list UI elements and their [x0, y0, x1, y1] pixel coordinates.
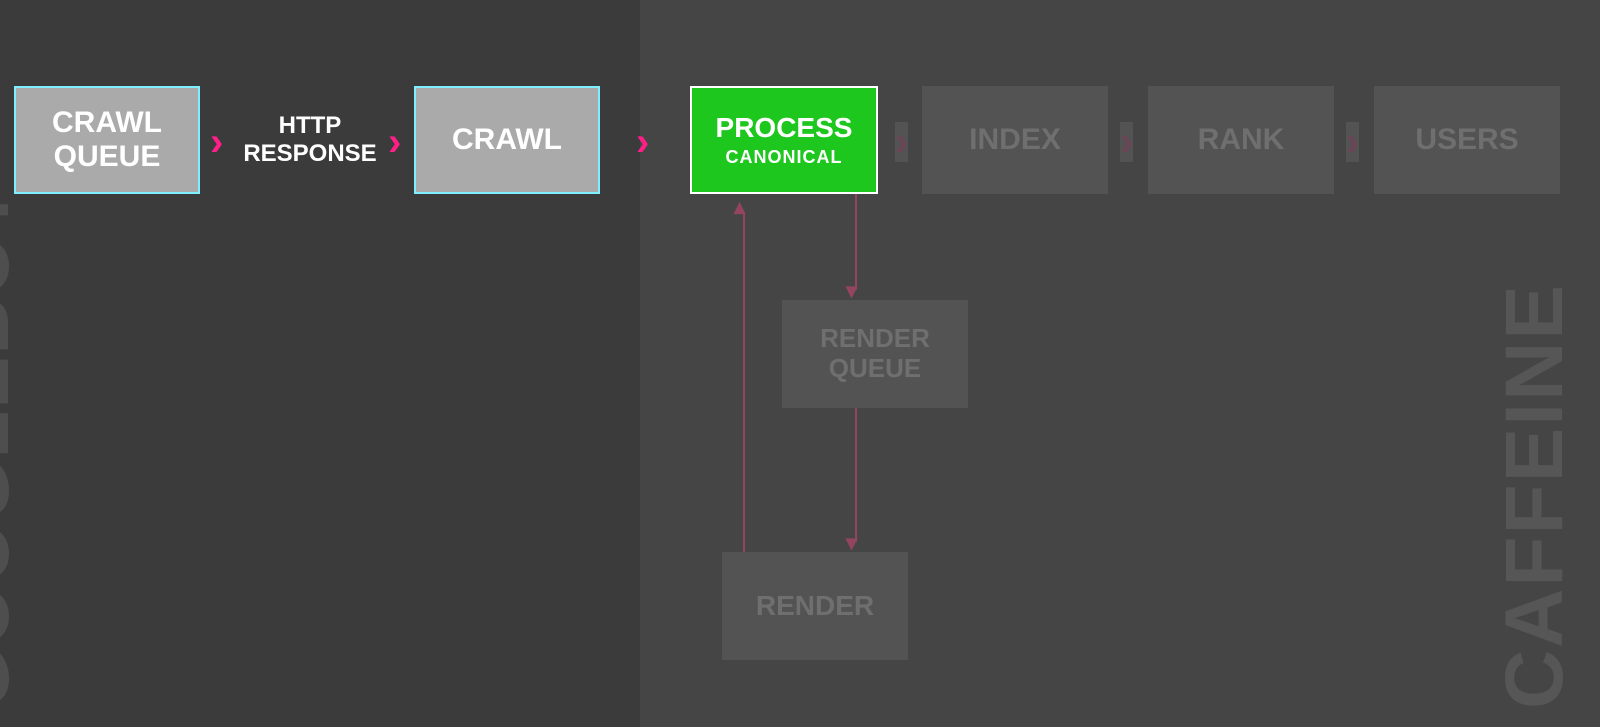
node-render: RENDER	[722, 552, 908, 660]
node-rank: RANK	[1148, 86, 1334, 194]
arrow-icon: ›	[388, 122, 401, 162]
arrow-icon: ›	[895, 122, 908, 162]
region-label-googlebot: GOOGLEBOT	[0, 184, 20, 709]
arrow-down-icon: ▾	[846, 280, 857, 302]
arrow-down-icon: ▾	[846, 532, 857, 554]
node-index: INDEX	[922, 86, 1108, 194]
node-process: PROCESS CANONICAL	[690, 86, 878, 194]
arrow-icon: ›	[1120, 122, 1133, 162]
node-crawl: CRAWL	[414, 86, 600, 194]
arrow-icon: ›	[636, 122, 649, 162]
node-index-label: INDEX	[969, 123, 1061, 158]
node-http-response-label: HTTPRESPONSE	[243, 112, 376, 167]
node-render-label: RENDER	[756, 590, 874, 622]
node-crawl-label: CRAWL	[452, 123, 562, 158]
arrow-up-icon: ▴	[734, 196, 745, 218]
region-label-caffeine: CAFFEINE	[1494, 283, 1576, 709]
node-users-label: USERS	[1415, 123, 1518, 158]
node-process-sublabel: CANONICAL	[726, 148, 843, 168]
node-users: USERS	[1374, 86, 1560, 194]
diagram-stage: GOOGLEBOT CAFFEINE CRAWLQUEUE › HTTPRESP…	[0, 0, 1600, 727]
node-render-queue: RENDERQUEUE	[782, 300, 968, 408]
arrow-icon: ›	[210, 122, 223, 162]
node-rank-label: RANK	[1198, 123, 1285, 158]
node-crawl-queue-label: CRAWLQUEUE	[52, 106, 162, 175]
node-render-queue-label: RENDERQUEUE	[820, 324, 930, 384]
node-http-response: HTTPRESPONSE	[230, 86, 390, 194]
node-crawl-queue: CRAWLQUEUE	[14, 86, 200, 194]
node-process-label: PROCESS	[716, 112, 853, 144]
arrow-icon: ›	[1346, 122, 1359, 162]
